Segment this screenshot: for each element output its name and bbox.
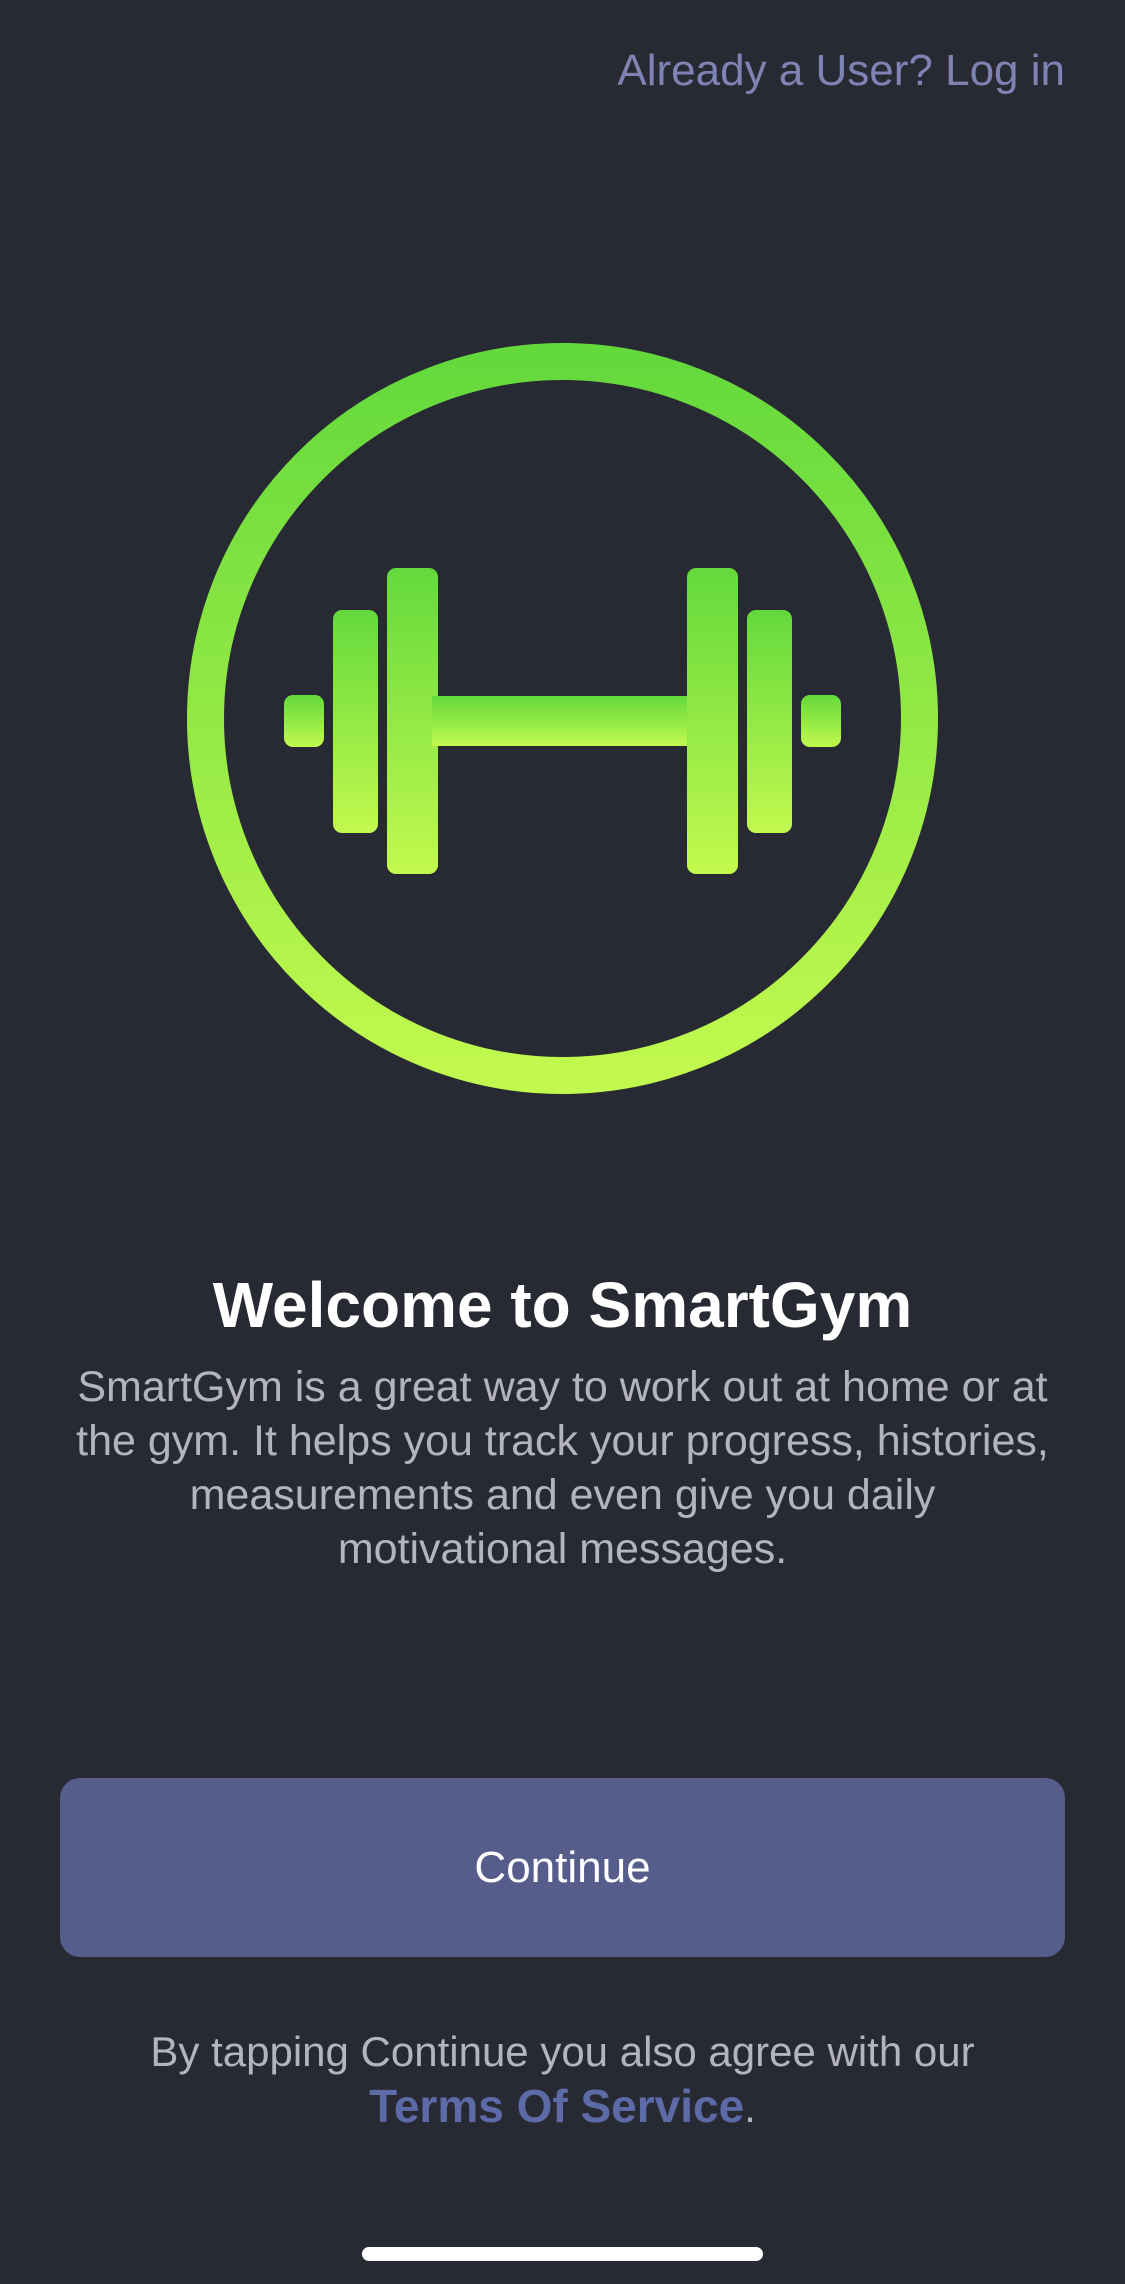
continue-button[interactable]: Continue [60, 1778, 1065, 1957]
terms-suffix: . [744, 2084, 756, 2131]
terms-notice: By tapping Continue you also agree with … [60, 2025, 1065, 2135]
login-link[interactable]: Already a User? Log in [617, 46, 1065, 96]
welcome-title: Welcome to SmartGym [212, 1269, 913, 1341]
terms-of-service-link[interactable]: Terms Of Service [369, 2080, 744, 2132]
welcome-description: SmartGym is a great way to work out at h… [76, 1363, 1049, 1573]
terms-prefix: By tapping Continue you also agree with … [150, 2028, 975, 2075]
app-logo [187, 343, 938, 1094]
home-indicator[interactable] [362, 2247, 763, 2261]
dumbbell-icon [187, 343, 938, 1094]
